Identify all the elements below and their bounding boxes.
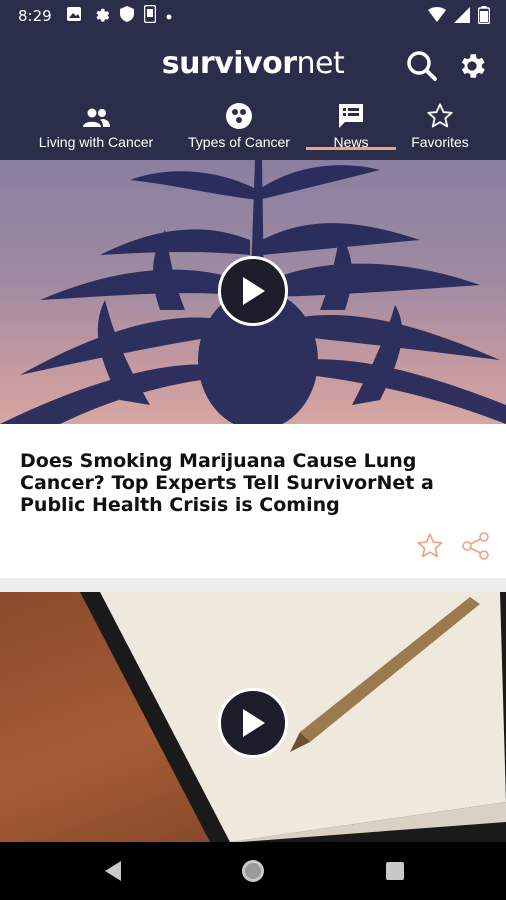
share-icon	[462, 532, 489, 560]
recents-icon	[386, 862, 404, 880]
shield-icon	[119, 5, 134, 27]
tab-label: Types of Cancer	[188, 134, 290, 150]
article-headline[interactable]: Does Smoking Marijuana Cause Lung Cancer…	[20, 450, 480, 516]
tab-news[interactable]: News	[306, 100, 396, 150]
logo-bold: survivor	[161, 46, 297, 81]
article-2-thumbnail[interactable]	[0, 592, 506, 842]
play-button[interactable]	[218, 688, 288, 758]
play-icon	[243, 709, 265, 737]
system-nav-bar	[0, 842, 506, 900]
phone-icon	[143, 4, 156, 28]
favorite-button[interactable]	[414, 530, 446, 562]
search-button[interactable]	[404, 48, 440, 84]
home-icon	[242, 860, 264, 882]
settings-button[interactable]	[454, 48, 490, 84]
home-button[interactable]	[240, 858, 266, 884]
wifi-icon	[428, 7, 446, 28]
logo-thin: net	[296, 46, 345, 81]
share-button[interactable]	[460, 530, 492, 562]
play-button[interactable]	[218, 256, 288, 326]
back-button[interactable]	[100, 858, 126, 884]
tab-types-of-cancer[interactable]: Types of Cancer	[180, 100, 298, 150]
app-bar: survivornet Living with Cancer Types of …	[0, 32, 506, 160]
tab-living-with-cancer[interactable]: Living with Cancer	[30, 100, 162, 150]
article-1-thumbnail[interactable]	[0, 160, 506, 424]
cells-icon	[226, 103, 252, 129]
status-bar: 8:29	[0, 0, 506, 32]
image-icon	[66, 6, 82, 27]
back-icon	[105, 861, 121, 881]
status-time: 8:29	[18, 7, 52, 25]
news-icon	[339, 104, 363, 128]
article-1-card[interactable]: Does Smoking Marijuana Cause Lung Cancer…	[0, 424, 506, 578]
play-icon	[243, 277, 265, 305]
star-icon	[427, 103, 453, 128]
category-tabs: Living with Cancer Types of Cancer News …	[0, 100, 506, 158]
selected-tab-indicator	[306, 147, 396, 150]
signal-icon	[454, 7, 470, 28]
gear-icon	[461, 54, 485, 78]
tab-favorites[interactable]: Favorites	[404, 100, 476, 150]
people-icon	[83, 108, 110, 127]
tab-label: Favorites	[411, 134, 469, 150]
tab-label: Living with Cancer	[38, 134, 154, 150]
recents-button[interactable]	[382, 858, 408, 884]
dot-icon	[166, 7, 172, 25]
search-icon	[407, 51, 437, 81]
gear-icon	[92, 5, 110, 28]
battery-icon	[477, 6, 491, 29]
favorite-star-icon	[417, 533, 443, 558]
